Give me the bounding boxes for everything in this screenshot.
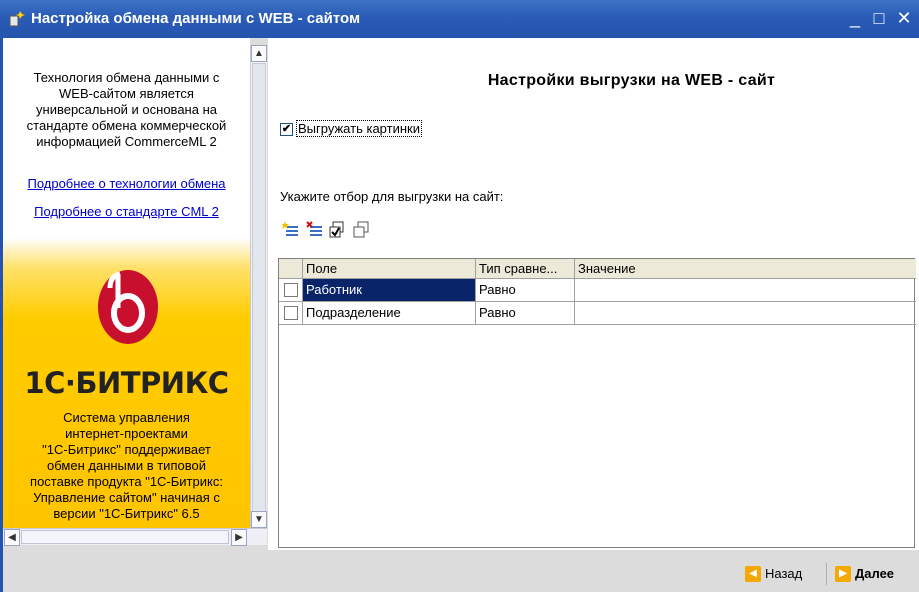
row-checkbox[interactable] [284,306,298,320]
scroll-down-button[interactable]: ▼ [251,511,267,528]
promo-line: обмен данными в типовой [47,458,206,473]
scroll-left-button[interactable]: ◀ [4,529,20,546]
horizontal-scrollbar[interactable]: ◀ ▶ [3,528,267,546]
wizard-footer: ◀ Назад ▶ Далее [3,550,919,592]
maximize-button[interactable]: □ [868,6,890,30]
promo-line: "1С-Битрикс" поддерживает [42,442,211,457]
header-check-column [279,259,303,279]
info-panel: Технология обмена данными с WEB-сайтом я… [3,38,250,528]
table-cell-value[interactable] [575,279,916,302]
check-all-icon[interactable] [328,221,346,239]
table-row-check-cell[interactable] [279,279,303,302]
scroll-right-button[interactable]: ▶ [231,529,247,546]
row-checkbox[interactable] [284,283,298,297]
title-bar: Настройка обмена данными с WEB - сайтом … [0,0,919,38]
table-cell-comparison[interactable]: Равно [476,302,575,325]
filter-label: Укажите отбор для выгрузки на сайт: [280,189,504,204]
technology-link[interactable]: Подробнее о технологии обмена [3,176,250,191]
uncheck-all-icon[interactable] [352,221,370,239]
table-cell-field[interactable]: Работник [303,279,476,302]
header-comparison[interactable]: Тип сравне... [476,259,575,279]
header-value[interactable]: Значение [575,259,916,279]
export-images-checkbox[interactable]: ✔ [280,123,293,136]
back-button[interactable]: ◀ Назад [745,565,802,583]
page-title: Настройки выгрузки на WEB - сайт [487,72,776,89]
bitrix-promo: 1С·БИТРИКС Система управления интернет-п… [3,238,250,528]
header-field[interactable]: Поле [303,259,476,279]
table-cell-value[interactable] [575,302,916,325]
export-images-label[interactable]: Выгружать картинки [296,120,422,137]
promo-line: Система управления [63,410,190,425]
add-filter-icon[interactable] [282,221,300,239]
back-button-label: Назад [765,566,803,581]
promo-line: поставке продукта "1С-Битрикс: [30,474,223,489]
intro-text: Технология обмена данными с WEB-сайтом я… [3,70,250,150]
intro-line: WEB-сайтом является [59,86,194,101]
bitrix-logo [98,270,158,344]
minimize-button[interactable]: _ [844,6,866,30]
promo-line: интернет-проектами [65,426,188,441]
window-title: Настройка обмена данными с WEB - сайтом [31,10,361,27]
scroll-thumb[interactable] [252,63,266,525]
next-button-label: Далее [855,566,895,581]
table-row-check-cell[interactable] [279,302,303,325]
intro-line: Технология обмена данными с [33,70,220,85]
promo-line: Управление сайтом" начиная с [33,490,220,505]
arrow-left-icon: ◀ [745,565,761,582]
promo-text: Система управления интернет-проектами "1… [3,410,250,522]
intro-line: информацией CommerceML 2 [36,134,217,149]
vertical-scrollbar[interactable]: ▲ ▼ [250,45,267,530]
bitrix-brand: 1С·БИТРИКС [24,366,229,400]
standard-link[interactable]: Подробнее о стандарте CML 2 [3,204,250,219]
table-cell-comparison[interactable]: Равно [476,279,575,302]
footer-divider [826,563,827,585]
close-button[interactable]: ✕ [893,6,915,30]
table-cell-field[interactable]: Подразделение [303,302,476,325]
next-button[interactable]: ▶ Далее [835,565,894,583]
arrow-right-icon: ▶ [835,565,851,582]
app-icon [9,11,25,27]
intro-line: универсальной и основана на [36,102,217,117]
settings-panel: Настройки выгрузки на WEB - сайт ✔ Выгру… [268,38,919,550]
scroll-up-button[interactable]: ▲ [251,45,267,62]
intro-line: стандарте обмена коммерческой [26,118,227,133]
promo-line: версии "1С-Битрикс" 6.5 [53,506,200,521]
delete-filter-icon[interactable] [306,221,324,239]
hscroll-thumb[interactable] [21,530,229,544]
filter-table[interactable]: Поле Тип сравне... Значение Работник Рав… [278,258,916,548]
